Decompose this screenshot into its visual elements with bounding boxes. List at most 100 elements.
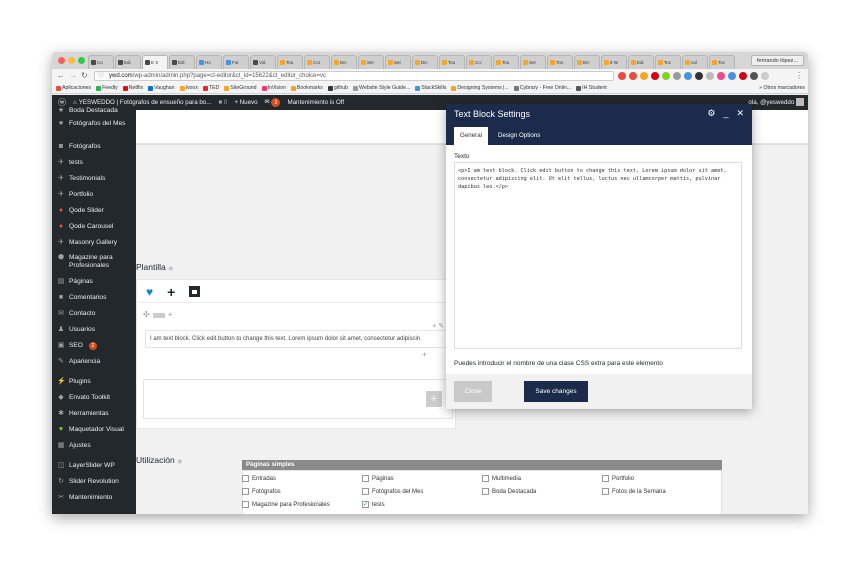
bookmark-item[interactable]: Website Style Guide... xyxy=(353,85,410,91)
sidebar-item[interactable]: ⬢ Magazine para Profesionales xyxy=(52,254,136,270)
other-bookmarks-link[interactable]: » Otros marcadores xyxy=(755,83,805,93)
profile-button[interactable]: fernando lópez... xyxy=(751,55,804,66)
new-link[interactable]: + Nuevo xyxy=(234,99,257,106)
sidebar-item[interactable]: ✈ Masonry Gallery xyxy=(52,239,136,247)
browser-tab[interactable]: De: xyxy=(574,55,600,69)
bookmark-item[interactable]: Bookmarks xyxy=(290,85,323,91)
checkbox[interactable] xyxy=(242,488,249,495)
sidebar-item[interactable]: ✂ Mantenimiento xyxy=(52,494,136,502)
sidebar-item[interactable]: ● Qode Carousel xyxy=(52,223,136,231)
sidebar-item[interactable]: ★ Boda Destacada xyxy=(52,107,136,115)
sidebar-item[interactable]: ♟ Usuarios xyxy=(52,326,136,334)
browser-tab[interactable]: Co xyxy=(88,55,114,69)
updates-link[interactable]: ✉ 2 xyxy=(265,98,281,107)
checkbox[interactable]: ✓ xyxy=(362,501,369,508)
close-window-button[interactable] xyxy=(58,57,65,64)
bookmark-item[interactable]: Feedly xyxy=(96,85,118,91)
extension-icon[interactable] xyxy=(640,72,648,80)
sidebar-item[interactable]: ★ Fotógrafos del Mes xyxy=(52,120,136,128)
sidebar-item[interactable]: ✈ Portfolio xyxy=(52,191,136,199)
template-icon[interactable] xyxy=(189,286,201,297)
add-row-icon[interactable]: + xyxy=(168,310,173,320)
extension-icon[interactable] xyxy=(629,72,637,80)
text-block-element[interactable]: I am text block. Click edit button to ch… xyxy=(145,330,465,348)
gear-icon[interactable]: ⚙ xyxy=(707,108,715,119)
bookmark-item[interactable]: StackSkills xyxy=(415,85,446,91)
sidebar-item[interactable]: ▣ SEO 2 xyxy=(52,342,136,350)
checkbox-option[interactable]: Páginas xyxy=(362,475,394,482)
bookmark-item[interactable]: SiteGround xyxy=(224,85,257,91)
browser-tab[interactable]: Edi xyxy=(628,55,654,69)
vc-logo-icon[interactable]: ♥ xyxy=(146,285,153,299)
text-editor-textarea[interactable]: <p>I am text block. Click edit button to… xyxy=(454,162,742,349)
sidebar-item[interactable]: ✎ Apariencia xyxy=(52,358,136,366)
extension-icon[interactable] xyxy=(684,72,692,80)
checkbox[interactable] xyxy=(362,475,369,482)
site-name-link[interactable]: YESWEDDO | Fotógrafos de ensueño para bo… xyxy=(79,99,212,106)
checkbox-option[interactable]: Fotógrafos xyxy=(242,488,281,495)
checkbox[interactable] xyxy=(602,488,609,495)
browser-tab[interactable]: Ser xyxy=(358,55,384,69)
bookmark-item[interactable]: IH Student xyxy=(576,85,607,91)
browser-tab[interactable]: Too xyxy=(547,55,573,69)
browser-tab[interactable]: Co: xyxy=(466,55,492,69)
browser-tab[interactable]: Cor xyxy=(304,55,330,69)
bookmark-item[interactable]: Vaughan xyxy=(148,85,175,91)
checkbox-option[interactable]: Fotógrafos del Mes xyxy=(362,488,423,495)
sidebar-item[interactable]: ⚡ Plugins xyxy=(52,378,136,386)
browser-tab[interactable]: Toc xyxy=(709,55,735,69)
tab-general[interactable]: General xyxy=(454,127,489,145)
browser-tab[interactable]: 8 W xyxy=(601,55,627,69)
row-layout-icon[interactable] xyxy=(152,312,165,318)
checkbox-option[interactable]: Entradas xyxy=(242,475,276,482)
minimize-window-button[interactable] xyxy=(68,57,75,64)
bookmark-item[interactable]: InVision xyxy=(261,85,286,91)
minimize-icon[interactable]: _ xyxy=(723,108,728,119)
sidebar-item[interactable]: ▤ Páginas xyxy=(52,278,136,286)
howdy-link[interactable]: ola, @yesweddo xyxy=(748,95,804,110)
bookmark-item[interactable]: Netflix xyxy=(122,85,143,91)
sidebar-item[interactable]: ◫ LayerSlider WP xyxy=(52,462,136,470)
tab-design-options[interactable]: Design Options xyxy=(492,127,546,145)
menu-icon[interactable]: ⋮ xyxy=(795,71,803,81)
forward-icon[interactable]: → xyxy=(69,71,77,81)
browser-tab[interactable]: Toc xyxy=(655,55,681,69)
checkbox-option[interactable]: ✓ tests xyxy=(362,501,385,508)
bookmark-item[interactable]: Aplicaciones xyxy=(56,85,91,91)
browser-tab[interactable]: cal xyxy=(682,55,708,69)
back-icon[interactable]: ← xyxy=(57,71,65,81)
extension-icon[interactable] xyxy=(717,72,725,80)
browser-tab[interactable]: Edi xyxy=(115,55,141,69)
help-icon[interactable]: ◉ xyxy=(177,459,182,465)
add-icon[interactable]: + xyxy=(432,323,436,330)
home-icon[interactable]: ⌂ xyxy=(73,99,77,106)
checkbox[interactable] xyxy=(602,475,609,482)
extension-icon[interactable] xyxy=(706,72,714,80)
close-button[interactable]: Close xyxy=(454,381,492,402)
extension-icon[interactable] xyxy=(750,72,758,80)
browser-tab[interactable]: De: xyxy=(412,55,438,69)
comments-link[interactable]: ■ 0 xyxy=(218,99,227,106)
sidebar-item[interactable]: ♥ Maquetador Visual xyxy=(52,426,136,434)
checkbox[interactable] xyxy=(242,475,249,482)
extension-icon[interactable] xyxy=(695,72,703,80)
browser-tab[interactable]: Too xyxy=(493,55,519,69)
sidebar-item[interactable]: ✉ Contacto xyxy=(52,310,136,318)
add-row-button[interactable]: + xyxy=(426,391,442,407)
browser-tab[interactable]: Fot xyxy=(223,55,249,69)
add-element-icon[interactable]: + xyxy=(167,284,175,300)
sidebar-item[interactable]: ▦ Ajustes xyxy=(52,442,136,450)
browser-tab[interactable]: Ser xyxy=(520,55,546,69)
close-icon[interactable]: ✕ xyxy=(736,108,744,119)
extension-icon[interactable] xyxy=(728,72,736,80)
help-icon[interactable]: ◉ xyxy=(168,266,173,272)
url-input[interactable]: ⓘ ywd.com/wp-admin/admin.php?page=ct-edit… xyxy=(94,71,614,81)
checkbox-option[interactable]: Fotos de la Semana xyxy=(602,488,666,495)
browser-tab[interactable]: De: xyxy=(331,55,357,69)
add-to-column-icon[interactable]: + xyxy=(422,350,427,359)
extension-icon[interactable] xyxy=(651,72,659,80)
bookmark-item[interactable]: Cybrary - Free Onlin... xyxy=(513,85,571,91)
browser-tab[interactable]: Vid xyxy=(250,55,276,69)
checkbox[interactable] xyxy=(482,488,489,495)
edit-icon[interactable]: ✎ xyxy=(438,323,444,330)
